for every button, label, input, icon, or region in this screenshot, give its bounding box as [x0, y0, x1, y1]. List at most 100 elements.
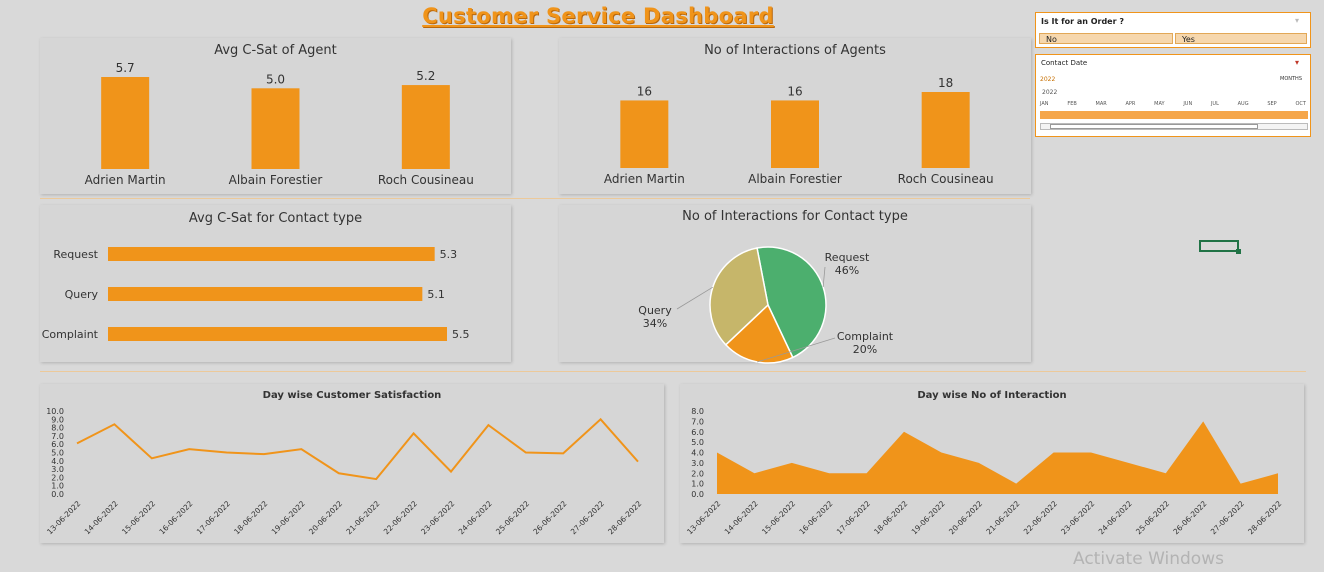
data-label: 5.2: [416, 69, 435, 83]
x-tick-label: 15-06-2022: [760, 499, 797, 536]
timeline-month[interactable]: OCT: [1295, 101, 1305, 107]
category-label: Albain Forestier: [229, 173, 323, 187]
x-tick-label: 13-06-2022: [45, 499, 82, 536]
x-tick-label: 16-06-2022: [797, 499, 834, 536]
order-option-yes[interactable]: Yes: [1175, 33, 1307, 44]
y-tick-label: 9.0: [51, 415, 64, 424]
timeline-month[interactable]: MAY: [1154, 101, 1164, 107]
slice-percent: 20%: [853, 343, 877, 356]
order-slicer[interactable]: Is It for an Order ? ▾ No Yes: [1035, 12, 1311, 48]
x-tick-label: 17-06-2022: [835, 499, 872, 536]
y-tick-label: 0.0: [691, 490, 704, 499]
y-tick-label: 3.0: [691, 459, 704, 468]
timeline-scrollbar[interactable]: [1040, 123, 1308, 130]
y-tick-label: 0.0: [51, 490, 64, 499]
x-tick-label: 17-06-2022: [195, 499, 232, 536]
selected-cell[interactable]: [1199, 240, 1241, 254]
x-tick-label: 13-06-2022: [685, 499, 722, 536]
y-tick-label: 3.0: [51, 465, 64, 474]
data-label: 16: [637, 84, 652, 98]
bar: [620, 100, 669, 168]
x-tick-label: 20-06-2022: [947, 499, 984, 536]
daywise-interaction-panel[interactable]: Day wise No of Interaction 0.0 1.0 2.0 3.0 4…: [680, 384, 1304, 543]
timeline-month[interactable]: SEP: [1267, 101, 1276, 107]
timeline-selection-bar[interactable]: [1040, 111, 1308, 119]
timeline-months: JAN FEB MAR APR MAY JUN JUL AUG SEP OCT: [1040, 101, 1306, 107]
separator: [40, 198, 1030, 199]
y-tick-label: 8.0: [51, 424, 64, 433]
y-tick-label: 8.0: [691, 407, 704, 416]
x-tick-label: 19-06-2022: [910, 499, 947, 536]
category-label: Request: [53, 248, 98, 261]
avg-csat-agent-panel[interactable]: Avg C-Sat of Agent 5.7 Adrien Martin 5.0 Al…: [40, 38, 511, 194]
clear-filter-icon[interactable]: ▾: [1295, 16, 1304, 25]
category-label: Query: [65, 288, 99, 301]
y-tick-label: 1.0: [51, 482, 64, 491]
data-label: 5.0: [266, 72, 285, 86]
timeline-month[interactable]: APR: [1126, 101, 1136, 107]
timeline-month[interactable]: MAR: [1096, 101, 1107, 107]
category-label: Roch Cousineau: [378, 173, 474, 187]
dashboard-title: Customer Service Dashboard: [422, 4, 774, 28]
category-label: Albain Forestier: [748, 172, 842, 186]
order-option-no[interactable]: No: [1039, 33, 1173, 44]
data-label: 18: [938, 76, 953, 90]
interactions-contact-chart: Request46% Complaint20% Query34%: [638, 246, 894, 364]
slice-label: Request: [825, 251, 870, 264]
x-tick-label: 18-06-2022: [232, 499, 269, 536]
bar: [101, 77, 150, 169]
leader-line: [676, 286, 714, 310]
slice-label: Query: [638, 304, 672, 317]
interactions-agents-panel[interactable]: No of Interactions of Agents 16 Adrien Ma…: [559, 38, 1031, 194]
category-label: Roch Cousineau: [898, 172, 994, 186]
x-tick-label: 16-06-2022: [157, 499, 194, 536]
category-label: Adrien Martin: [85, 173, 166, 187]
data-label: 16: [787, 84, 802, 98]
avg-csat-agent-chart: 5.7 Adrien Martin 5.0 Albain Forestier 5.2 Ro…: [85, 61, 474, 187]
interactions-contact-panel[interactable]: No of Interactions for Contact type Requ…: [559, 205, 1031, 364]
timeline-month[interactable]: JUN: [1183, 101, 1192, 107]
x-tick-label: 21-06-2022: [344, 499, 381, 536]
area-series: [717, 421, 1278, 494]
contact-date-timeline[interactable]: Contact Date ▾ 2022 MONTHS 2022 JAN FEB …: [1035, 54, 1311, 137]
y-tick-label: 2.0: [51, 473, 64, 482]
activation-watermark: Activate Windows: [1073, 549, 1224, 569]
x-tick-label: 26-06-2022: [1171, 499, 1208, 536]
x-tick-label: 23-06-2022: [1059, 499, 1096, 536]
x-tick-label: 24-06-2022: [1097, 499, 1134, 536]
y-tick-label: 7.0: [51, 432, 64, 441]
timeline-month[interactable]: JUL: [1211, 101, 1219, 107]
timeline-year: 2022: [1042, 89, 1058, 96]
category-label: Adrien Martin: [604, 172, 685, 186]
x-tick-label: 14-06-2022: [723, 499, 760, 536]
bar: [108, 327, 447, 341]
avg-csat-contact-chart: 5.3 Request 5.1 Query 5.5 Complaint: [42, 247, 470, 341]
data-label: 5.1: [427, 288, 445, 301]
timeline-month[interactable]: JAN: [1040, 101, 1049, 107]
x-tick-label: 15-06-2022: [120, 499, 157, 536]
bar: [401, 85, 450, 169]
bar: [108, 247, 435, 261]
bar: [251, 88, 300, 169]
clear-filter-icon[interactable]: ▾: [1295, 58, 1304, 67]
y-tick-label: 7.0: [691, 417, 704, 426]
x-tick-label: 22-06-2022: [1022, 499, 1059, 536]
timeline-month[interactable]: FEB: [1067, 101, 1076, 107]
timeline-level-dropdown[interactable]: MONTHS: [1280, 76, 1302, 82]
daywise-csat-panel[interactable]: Day wise Customer Satisfaction 0.0 1.0 2.0…: [40, 384, 664, 543]
y-tick-label: 5.0: [51, 449, 64, 458]
category-label: Complaint: [42, 328, 99, 341]
order-slicer-title: Is It for an Order ?: [1041, 17, 1124, 26]
slice-percent: 34%: [643, 317, 667, 330]
interactions-agents-chart: 16 Adrien Martin 16 Albain Forestier 18 Roch …: [604, 76, 994, 186]
avg-csat-contact-panel[interactable]: Avg C-Sat for Contact type 5.3 Request 5.1…: [40, 205, 511, 362]
timeline-month[interactable]: AUG: [1238, 101, 1249, 107]
bar: [108, 287, 423, 301]
y-tick-label: 2.0: [691, 469, 704, 478]
scrollbar-thumb[interactable]: [1050, 124, 1258, 129]
y-tick-label: 4.0: [51, 457, 64, 466]
x-tick-label: 19-06-2022: [270, 499, 307, 536]
x-tick-label: 20-06-2022: [307, 499, 344, 536]
x-tick-label: 23-06-2022: [419, 499, 456, 536]
bar: [921, 92, 970, 168]
